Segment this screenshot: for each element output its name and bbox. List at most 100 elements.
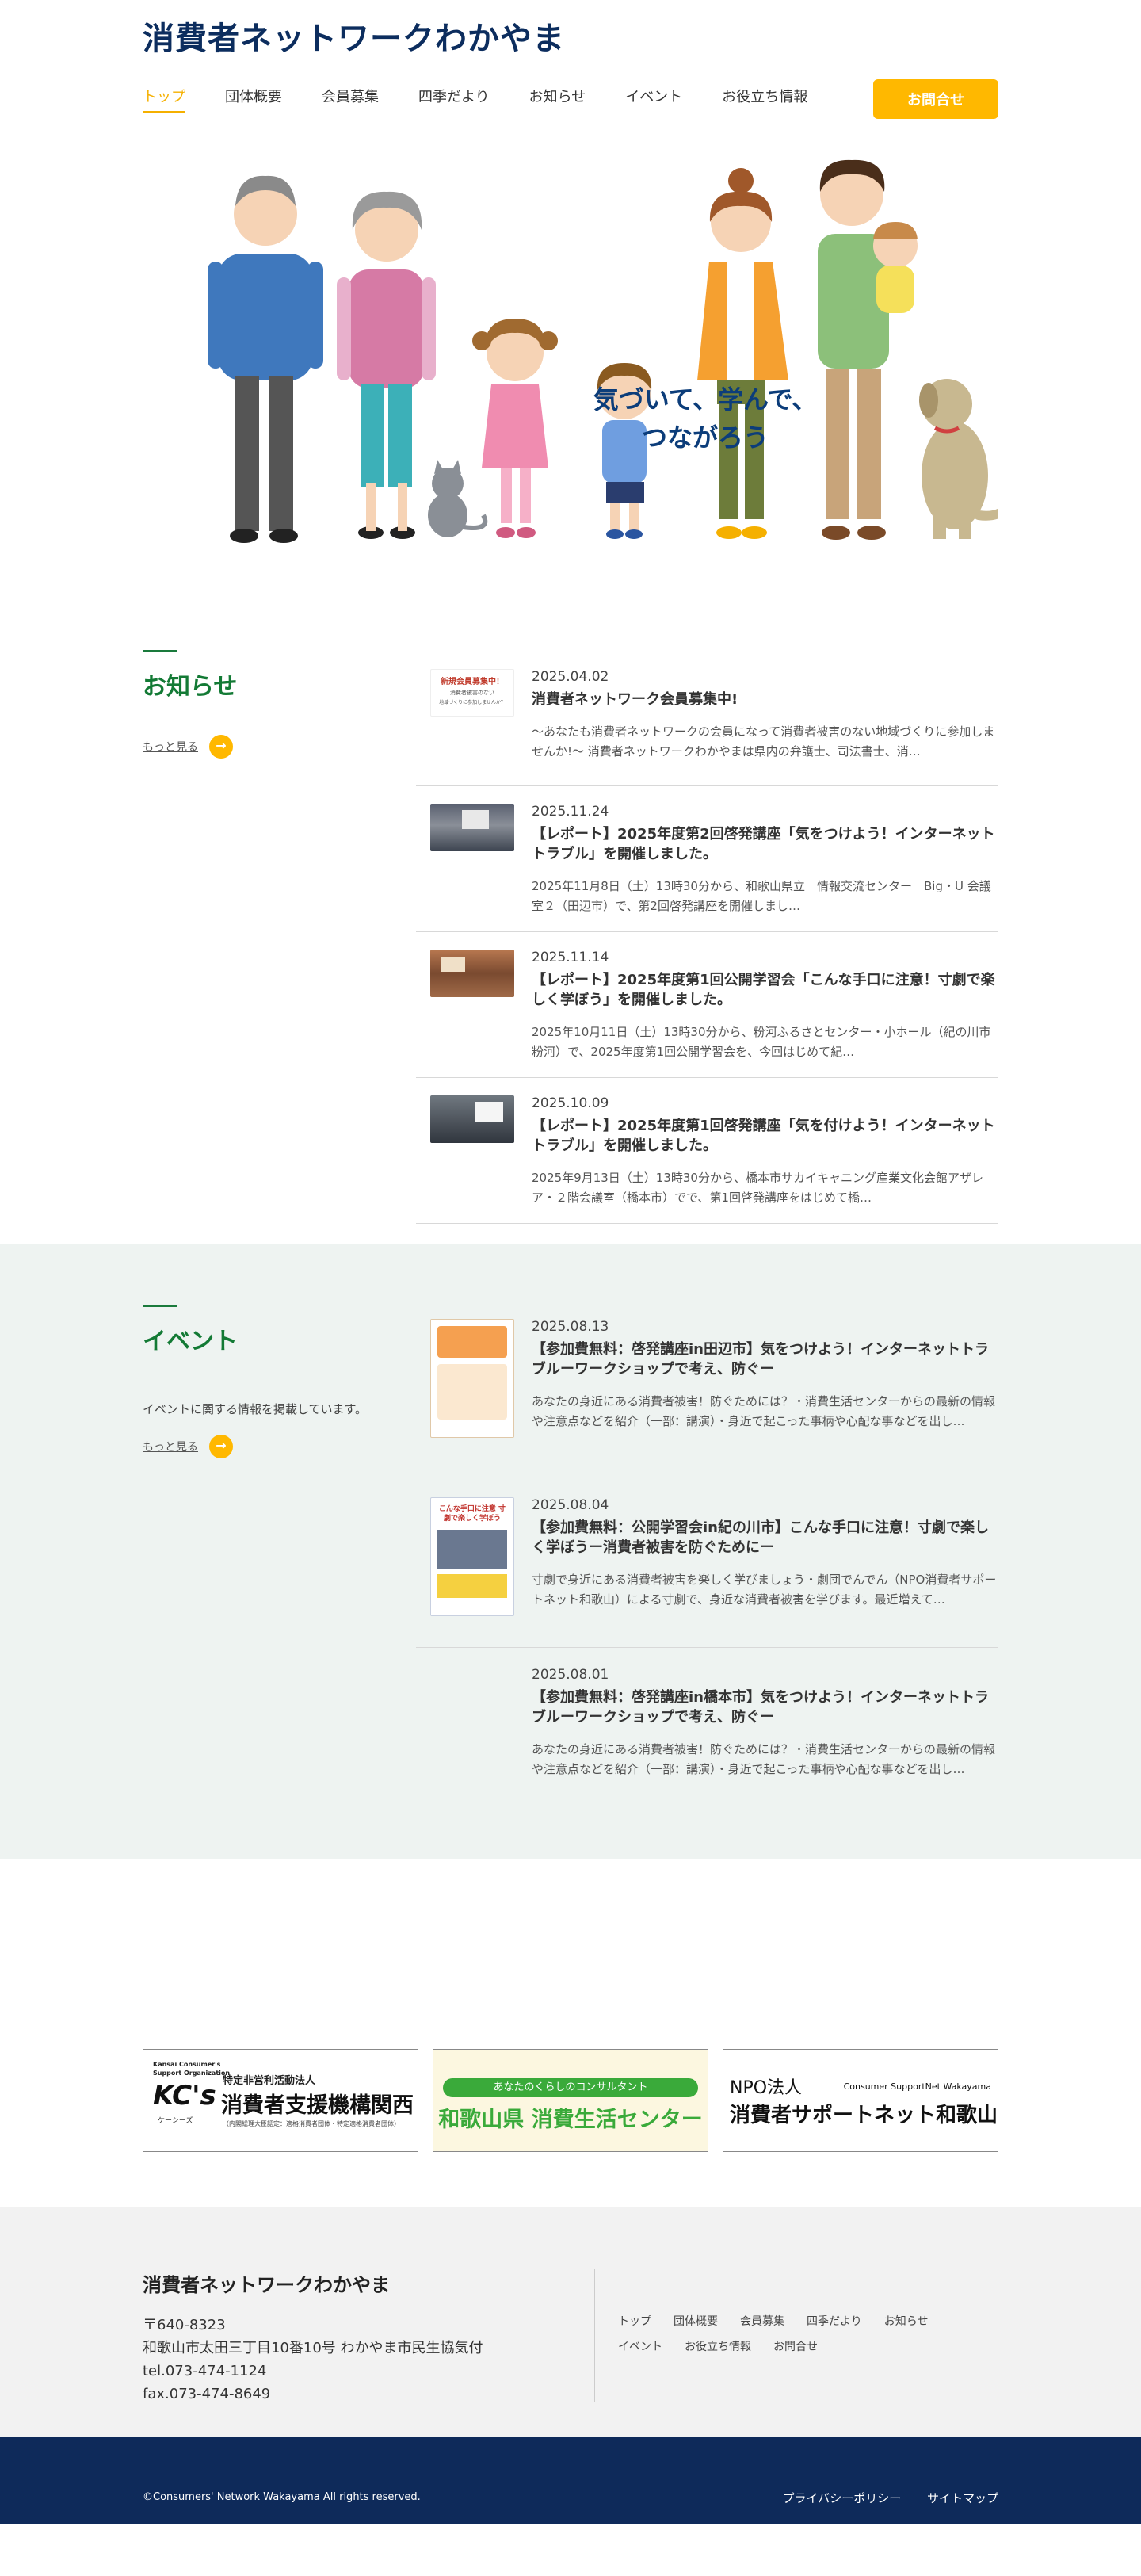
news-thumbnail[interactable]	[430, 1095, 514, 1143]
news-thumbnail[interactable]	[430, 950, 514, 997]
nav-events[interactable]: イベント	[625, 86, 682, 111]
thumb-caption-3: 地域づくりに参加しませんか？	[439, 700, 506, 705]
kcs-type: 特定非営利活動法人	[223, 2075, 316, 2087]
flyer-header-shape	[437, 1326, 507, 1358]
thumb-caption-1: 新規会員募集中！	[441, 678, 504, 686]
event-excerpt: あなたの身近にある消費者被害！防ぐためには？・消費生活センターからの最新の情報や…	[532, 1742, 996, 1776]
nav-membership[interactable]: 会員募集	[322, 86, 379, 111]
event-item[interactable]: 2025.08.01 【参加費無料：啓発講座in橋本市】気をつけよう！インターネ…	[416, 1648, 998, 1806]
footer-nav-useful-info[interactable]: お役立ち情報	[685, 2334, 751, 2360]
news-date: 2025.11.14	[532, 950, 609, 965]
support-type: NPO法人	[730, 2078, 803, 2098]
news-item-title[interactable]: 【レポート】2025年度第2回啓発講座「気をつけよう！インターネットトラブル」を…	[532, 824, 998, 864]
family-illustration	[208, 159, 998, 543]
global-nav: トップ 団体概要 会員募集 四季だより お知らせ イベント お役立ち情報 お問合…	[143, 79, 998, 119]
news-excerpt: 2025年11月8日（土）13時30分から、和歌山県立 情報交流センター Big…	[532, 879, 991, 913]
news-more-link[interactable]: もっと見る	[143, 735, 380, 759]
event-item-title[interactable]: 【参加費無料：公開学習会in紀の川市】こんな手口に注意！寸劇で楽しく学ぼうー消費…	[532, 1518, 998, 1557]
news-item-title[interactable]: 【レポート】2025年度第1回啓発講座「気を付けよう！インターネットトラブル」を…	[532, 1116, 998, 1156]
hero-copy-line2: つながろう	[641, 422, 769, 453]
mother-figure	[697, 168, 788, 539]
news-item-title[interactable]: 【レポート】2025年度第1回公開学習会「こんな手口に注意！寸劇で楽しく学ぼう」…	[532, 970, 998, 1010]
flyer-footer-shape	[437, 1574, 507, 1598]
screen-shape	[441, 957, 465, 972]
banner-kcs[interactable]: Kansai Consumer's Support Organization K…	[143, 2049, 418, 2152]
news-section: お知らせ もっと見る 新規会員募集中！ 消費者被害のない 地域づくりに参加しませ…	[143, 602, 998, 1244]
news-item[interactable]: 2025.10.09 【レポート】2025年度第1回啓発講座「気を付けよう！イン…	[416, 1078, 998, 1224]
event-item[interactable]: こんな手口に注意 寸劇で楽しく学ぼう 2025.08.04 【参加費無料：公開学…	[416, 1481, 998, 1648]
event-item-body: 2025.08.01 【参加費無料：啓発講座in橋本市】気をつけよう！インターネ…	[532, 1667, 998, 1806]
screen-shape	[462, 810, 489, 829]
news-item-title[interactable]: 消費者ネットワーク会員募集中!	[532, 690, 998, 709]
news-more-label[interactable]: もっと見る	[143, 739, 198, 755]
news-item[interactable]: 2025.11.14 【レポート】2025年度第1回公開学習会「こんな手口に注意…	[416, 932, 998, 1078]
support-name: 消費者サポートネット和歌山	[730, 2104, 998, 2127]
nav-useful-info[interactable]: お役立ち情報	[722, 86, 807, 111]
news-item-body: 2025.10.09 【レポート】2025年度第1回啓発講座「気を付けよう！イン…	[532, 1095, 998, 1223]
banners-section: Kansai Consumer's Support Organization K…	[143, 1859, 998, 2207]
center-name: 和歌山県 消費生活センター	[438, 2108, 703, 2132]
screen-shape	[475, 1102, 503, 1122]
footer-nav-news[interactable]: お知らせ	[884, 2309, 929, 2334]
event-item-title[interactable]: 【参加費無料：啓発講座in橋本市】気をつけよう！インターネットトラブルーワークシ…	[532, 1687, 998, 1727]
nav-news[interactable]: お知らせ	[529, 86, 586, 111]
footer-nav-about[interactable]: 団体概要	[674, 2309, 718, 2334]
contact-button[interactable]: お問合せ	[873, 79, 998, 119]
events-description: イベントに関する情報を掲載しています。	[143, 1402, 368, 1416]
footer-bottom: ©Consumers' Network Wakayama All rights …	[0, 2437, 1141, 2524]
news-excerpt: ～あなたも消費者ネットワークの会員になって消費者被害のない地域づくりに参加しませ…	[532, 724, 995, 759]
news-title: お知らせ	[143, 673, 238, 701]
footer-nav-top[interactable]: トップ	[618, 2309, 651, 2334]
event-thumbnail[interactable]	[430, 1319, 514, 1438]
events-list: 2025.08.13 【参加費無料：啓発講座in田辺市】気をつけよう！インターネ…	[416, 1319, 998, 1806]
hero-copy: 気づいて、学んで、 つながろう	[586, 380, 824, 457]
banner-support-net[interactable]: NPO法人 Consumer SupportNet Wakayama 消費者サポ…	[723, 2049, 998, 2152]
footer-address-line: 和歌山市太田三丁目10番10号 わかやま市民生協気付	[143, 2340, 483, 2356]
arrow-right-icon[interactable]	[209, 1435, 233, 1458]
events-more-label[interactable]: もっと見る	[143, 1439, 198, 1454]
footer-nav-events[interactable]: イベント	[618, 2334, 662, 2360]
father-figure	[818, 159, 918, 540]
grandfather-figure	[208, 175, 323, 543]
site-header: 消費者ネットワークわかやま トップ 団体概要 会員募集 四季だより お知らせ イ…	[0, 0, 1141, 143]
site-title[interactable]: 消費者ネットワークわかやま	[143, 13, 565, 59]
news-date: 2025.04.02	[532, 669, 609, 685]
footer-nav-contact[interactable]: お問合せ	[773, 2334, 818, 2360]
events-heading: イベント イベントに関する情報を掲載しています。 もっと見る	[143, 1305, 380, 1458]
nav-about[interactable]: 団体概要	[225, 86, 282, 111]
event-thumbnail-empty	[430, 1667, 514, 1675]
event-item[interactable]: 2025.08.13 【参加費無料：啓発講座in田辺市】気をつけよう！インターネ…	[416, 1319, 998, 1481]
privacy-policy-link[interactable]: プライバシーポリシー	[783, 2491, 902, 2505]
footer-bottom-links: プライバシーポリシー サイトマップ	[761, 2490, 999, 2506]
news-item[interactable]: 新規会員募集中！ 消費者被害のない 地域づくりに参加しませんか？ 2025.04…	[416, 650, 998, 786]
footer-nav-seasons[interactable]: 四季だより	[807, 2309, 862, 2334]
footer-nav-membership[interactable]: 会員募集	[740, 2309, 784, 2334]
news-heading: お知らせ もっと見る	[143, 650, 380, 759]
thumb-caption: こんな手口に注意 寸劇で楽しく学ぼう	[438, 1505, 506, 1523]
sitemap-link[interactable]: サイトマップ	[927, 2491, 998, 2505]
news-item-body: 2025.04.02 消費者ネットワーク会員募集中! ～あなたも消費者ネットワー…	[532, 669, 998, 785]
event-item-title[interactable]: 【参加費無料：啓発講座in田辺市】気をつけよう！インターネットトラブルーワークシ…	[532, 1340, 998, 1379]
heading-line	[143, 650, 177, 652]
news-item[interactable]: 2025.11.24 【レポート】2025年度第2回啓発講座「気をつけよう！イン…	[416, 786, 998, 932]
event-thumbnail[interactable]: こんな手口に注意 寸劇で楽しく学ぼう	[430, 1497, 514, 1616]
events-more-link[interactable]: もっと見る	[143, 1435, 380, 1458]
event-excerpt: 寸劇で身近にある消費者被害を楽しく学びましょう・劇団でんでん（NPO消費者サポー…	[532, 1573, 997, 1607]
news-thumbnail[interactable]	[430, 804, 514, 851]
kcs-logo: KC's	[153, 2080, 216, 2112]
news-date: 2025.11.24	[532, 804, 609, 820]
girl-figure	[472, 319, 558, 538]
news-excerpt: 2025年9月13日（土）13時30分から、橋本市サカイキャニング産業文化会館ア…	[532, 1171, 983, 1205]
news-excerpt: 2025年10月11日（土）13時30分から、粉河ふるさとセンター・小ホール（紀…	[532, 1025, 991, 1059]
center-tagline: あなたのくらしのコンサルタント	[443, 2078, 698, 2097]
events-title: イベント	[143, 1328, 238, 1355]
news-thumbnail[interactable]: 新規会員募集中！ 消費者被害のない 地域づくりに参加しませんか？	[430, 669, 514, 717]
support-name-en: Consumer SupportNet Wakayama	[843, 2081, 991, 2092]
nav-seasons[interactable]: 四季だより	[418, 86, 490, 111]
event-item-body: 2025.08.13 【参加費無料：啓発講座in田辺市】気をつけよう！インターネ…	[532, 1319, 998, 1481]
footer-tel: tel.073-474-1124	[143, 2363, 267, 2379]
arrow-right-icon[interactable]	[209, 735, 233, 759]
nav-top[interactable]: トップ	[143, 86, 185, 113]
kcs-org-en-2: Support Organization	[153, 2070, 231, 2077]
banner-consumer-center[interactable]: あなたのくらしのコンサルタント 和歌山県 消費生活センター	[433, 2049, 708, 2152]
